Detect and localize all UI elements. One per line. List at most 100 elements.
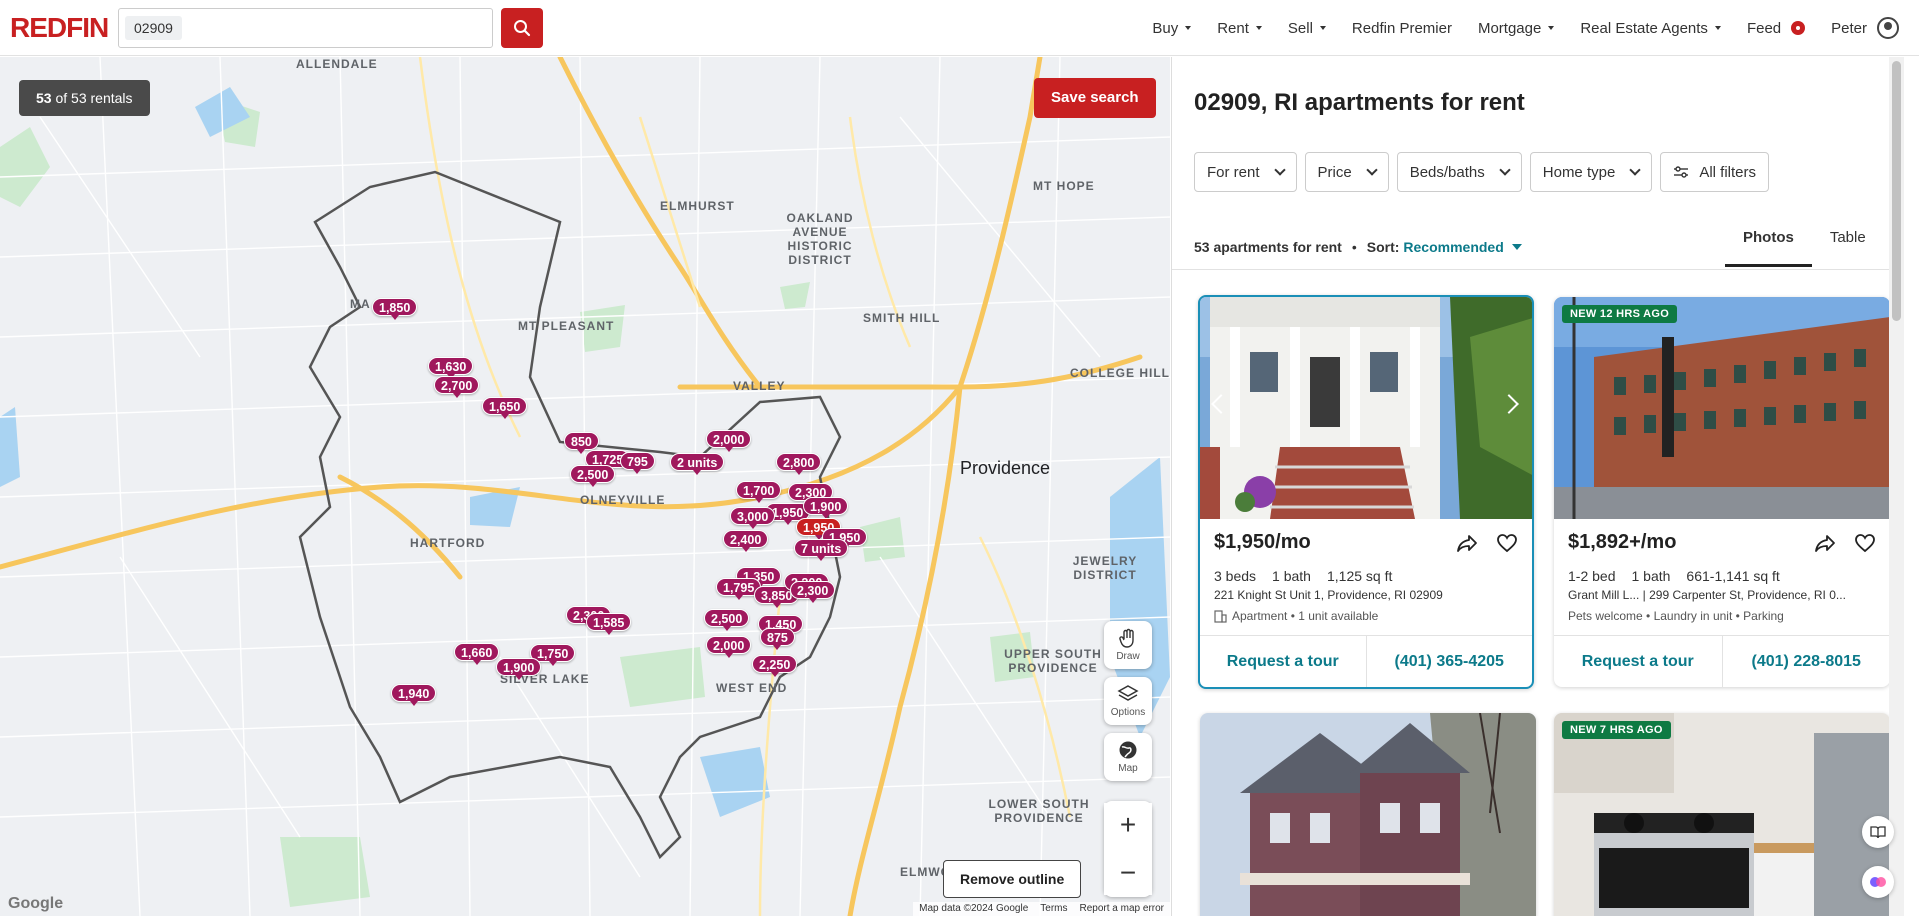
filter-bar: For rent Price Beds/baths Home type All … xyxy=(1194,152,1769,192)
map-price-pin[interactable]: 3,000 xyxy=(730,507,776,529)
map-price-pin[interactable]: 2,000 xyxy=(706,430,752,452)
nav-buy[interactable]: Buy xyxy=(1139,20,1204,37)
map-price-pin[interactable]: 1,940 xyxy=(391,684,437,706)
map-price-pin[interactable]: 1,630 xyxy=(428,357,474,379)
nav-feed[interactable]: Feed xyxy=(1734,20,1818,37)
map-price-pin[interactable]: 1,700 xyxy=(736,481,782,503)
heart-icon[interactable] xyxy=(1496,533,1518,553)
search-button[interactable] xyxy=(501,8,543,48)
listing-photo[interactable]: NEW 12 HRS AGO xyxy=(1554,297,1890,519)
share-icon[interactable] xyxy=(1456,533,1478,553)
map-label-ctrl: Map xyxy=(1118,763,1138,774)
map-price-pin[interactable]: 1,585 xyxy=(586,613,632,635)
map-price-pin[interactable]: 1,650 xyxy=(482,397,528,419)
book-icon xyxy=(1870,826,1886,839)
sqft: 661-1,141 sq ft xyxy=(1686,568,1780,584)
map-price-pin[interactable]: 875 xyxy=(760,628,795,650)
nav-agents[interactable]: Real Estate Agents xyxy=(1567,20,1734,37)
map-price-pin[interactable]: 2,500 xyxy=(570,465,616,487)
all-filters-button[interactable]: All filters xyxy=(1660,152,1769,192)
request-tour-button[interactable]: Request a tour xyxy=(1554,636,1722,687)
report-error-link[interactable]: Report a map error xyxy=(1080,902,1164,916)
map-price-pin[interactable]: 2,500 xyxy=(704,609,750,631)
redfin-logo[interactable]: REDFIN xyxy=(10,12,109,44)
map-price-pin[interactable]: 2,250 xyxy=(752,655,798,677)
map-price-pin[interactable]: 7 units xyxy=(794,539,849,561)
listing-photo[interactable] xyxy=(1200,297,1532,519)
options-control[interactable]: Options xyxy=(1104,677,1152,725)
caret-down-icon xyxy=(1185,26,1192,30)
save-search-button[interactable]: Save search xyxy=(1034,78,1156,118)
sort-dropdown[interactable]: Recommended xyxy=(1403,239,1503,255)
map-price-pin[interactable]: 2,400 xyxy=(723,530,769,552)
draw-label: Draw xyxy=(1116,651,1140,662)
remove-outline-button[interactable]: Remove outline xyxy=(943,860,1082,898)
listing-card[interactable]: $1,950/mo 3 beds 1 bath 1,125 sq ft 221 … xyxy=(1198,295,1534,689)
rentals-count: 53 of 53 rentals xyxy=(19,80,150,116)
map-price-pin[interactable]: 1,900 xyxy=(496,658,542,680)
nav-sell[interactable]: Sell xyxy=(1275,20,1339,37)
assistant-icon xyxy=(1870,877,1886,887)
book-icon-button[interactable] xyxy=(1862,816,1894,848)
nav-rent[interactable]: Rent xyxy=(1204,20,1275,37)
search-chip[interactable]: 02909 xyxy=(125,16,182,40)
map-price-pin[interactable]: 795 xyxy=(620,452,655,474)
caret-down-icon[interactable] xyxy=(1511,244,1522,250)
map-panel[interactable]: ALLENDALE ELMHURST OAKLAND AVENUE HISTOR… xyxy=(0,57,1170,916)
map-price-pin[interactable]: 2,300 xyxy=(790,581,836,603)
map-price-pin[interactable]: 1,850 xyxy=(372,298,418,320)
scrollbar[interactable] xyxy=(1889,57,1904,916)
listing-photo[interactable] xyxy=(1200,713,1536,916)
listing-card[interactable]: NEW 7 HRS AGO xyxy=(1554,713,1890,916)
nav-redfin-premier[interactable]: Redfin Premier xyxy=(1339,20,1465,37)
map-label: ALLENDALE xyxy=(296,57,378,71)
tab-photos[interactable]: Photos xyxy=(1725,219,1812,267)
zoom-in-button[interactable]: + xyxy=(1104,803,1152,847)
tab-table[interactable]: Table xyxy=(1812,219,1884,267)
listing-card[interactable] xyxy=(1200,713,1536,916)
draw-control[interactable]: Draw xyxy=(1104,621,1152,669)
share-icon[interactable] xyxy=(1814,533,1836,553)
listing-details: $1,950/mo 3 beds 1 bath 1,125 sq ft 221 … xyxy=(1200,519,1532,635)
map-price-pin[interactable]: 2 units xyxy=(670,453,725,475)
house-photo xyxy=(1200,297,1532,519)
terms-link[interactable]: Terms xyxy=(1040,902,1067,916)
search-input[interactable]: 02909 xyxy=(118,8,493,48)
nav-premier-label: Redfin Premier xyxy=(1351,19,1452,37)
filter-label: For rent xyxy=(1207,163,1260,181)
filter-price[interactable]: Price xyxy=(1304,152,1389,192)
map-price-pin[interactable]: 2,700 xyxy=(434,376,480,398)
map-price-pin[interactable]: 2,800 xyxy=(776,453,822,475)
map-label: OLNEYVILLE xyxy=(580,493,666,507)
main-nav: Buy Rent Sell Redfin Premier Mortgage Re… xyxy=(1139,0,1899,56)
phone-link[interactable]: (401) 228-8015 xyxy=(1721,636,1891,687)
minus-icon: − xyxy=(1119,857,1137,888)
map-price-pin[interactable]: 850 xyxy=(564,432,599,454)
heart-icon[interactable] xyxy=(1854,533,1876,553)
nav-user-menu[interactable]: Peter xyxy=(1818,17,1899,39)
map-type-control[interactable]: Map xyxy=(1104,733,1152,781)
filter-beds-baths[interactable]: Beds/baths xyxy=(1396,152,1522,192)
map-price-pin[interactable]: 2,000 xyxy=(706,636,752,658)
chevron-down-icon xyxy=(1499,164,1511,176)
chevron-down-icon xyxy=(1629,164,1641,176)
assistant-button[interactable] xyxy=(1862,866,1894,898)
caret-down-icon xyxy=(1714,26,1721,30)
map-label: LOWER SOUTH PROVIDENCE xyxy=(988,797,1090,825)
map-price-pin[interactable]: 1,660 xyxy=(454,643,500,665)
filter-home-type[interactable]: Home type xyxy=(1529,152,1653,192)
map-price-pin[interactable]: 1,900 xyxy=(803,497,849,519)
request-tour-button[interactable]: Request a tour xyxy=(1200,636,1366,687)
google-logo: Google xyxy=(8,895,64,912)
map-label: COLLEGE HILL xyxy=(1070,366,1170,380)
listing-photo[interactable]: NEW 7 HRS AGO xyxy=(1554,713,1890,916)
phone-link[interactable]: (401) 365-4205 xyxy=(1365,636,1533,687)
price-row: $1,892+/mo xyxy=(1568,531,1876,554)
listing-card[interactable]: NEW 12 HRS AGO $1,892+/mo 1-2 bed 1 bath… xyxy=(1554,297,1890,687)
options-label: Options xyxy=(1110,707,1146,718)
filter-for-rent[interactable]: For rent xyxy=(1194,152,1297,192)
map-data-credit: Map data ©2024 Google xyxy=(919,903,1029,914)
nav-mortgage[interactable]: Mortgage xyxy=(1465,20,1567,37)
zoom-out-button[interactable]: − xyxy=(1104,851,1152,895)
map-label: ELMHURST xyxy=(660,199,735,213)
